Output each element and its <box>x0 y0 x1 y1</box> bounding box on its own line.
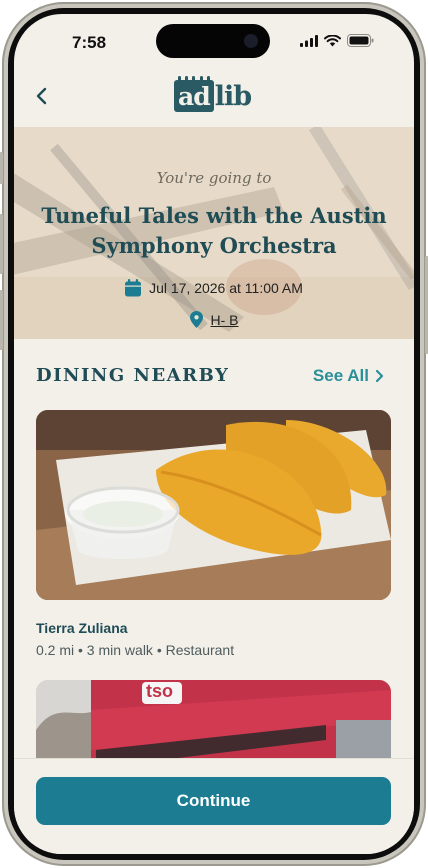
section-title-dining: DINING NEARBY <box>36 365 230 386</box>
event-location-link[interactable]: H- B <box>211 312 239 328</box>
restaurant-storefront-photo <box>36 680 391 770</box>
status-time: 7:58 <box>72 33 107 52</box>
see-all-label: See All <box>312 366 369 385</box>
restaurant-card-image[interactable]: tso <box>36 680 391 770</box>
signal-icon <box>300 34 318 47</box>
logo-text-ad: ad <box>178 82 211 111</box>
see-all-button[interactable]: See All <box>313 366 384 386</box>
screen: 7:58 ad lib You're going to Tuneful Tale… <box>14 14 414 854</box>
restaurant-meta: 0.2 mi • 3 min walk • Restaurant <box>36 642 235 658</box>
event-hero: You're going to Tuneful Tales with the A… <box>14 127 414 339</box>
restaurant-name[interactable]: Tierra Zuliana <box>36 620 128 636</box>
event-date-row: Jul 17, 2026 at 11:00 AM <box>14 279 414 297</box>
bottom-action-bar: Continue <box>14 758 414 854</box>
event-location-row: H- B <box>14 311 414 328</box>
status-icons <box>300 34 374 47</box>
action-button <box>0 152 3 184</box>
chevron-left-icon <box>36 87 47 105</box>
chevron-right-icon <box>375 369 384 383</box>
event-date: Jul 17, 2026 at 11:00 AM <box>149 280 303 296</box>
storefront-sign-text: tso <box>146 681 173 701</box>
calendar-icon <box>125 279 142 297</box>
adlib-logo: ad lib <box>174 76 252 112</box>
hero-kicker: You're going to <box>156 169 272 187</box>
empanada-photo <box>36 410 391 600</box>
back-button[interactable] <box>28 80 56 112</box>
restaurant-card-image[interactable] <box>36 410 391 600</box>
event-title: Tuneful Tales with the Austin Symphony O… <box>41 203 387 258</box>
continue-button[interactable]: Continue <box>36 777 391 825</box>
volume-up-button <box>0 214 3 274</box>
wifi-icon <box>324 34 341 46</box>
volume-down-button <box>0 290 3 350</box>
map-pin-icon <box>189 311 203 328</box>
dynamic-island <box>156 24 270 58</box>
logo-text-lib: lib <box>214 81 252 112</box>
battery-icon <box>347 34 374 47</box>
logo-mark: ad <box>174 76 214 112</box>
